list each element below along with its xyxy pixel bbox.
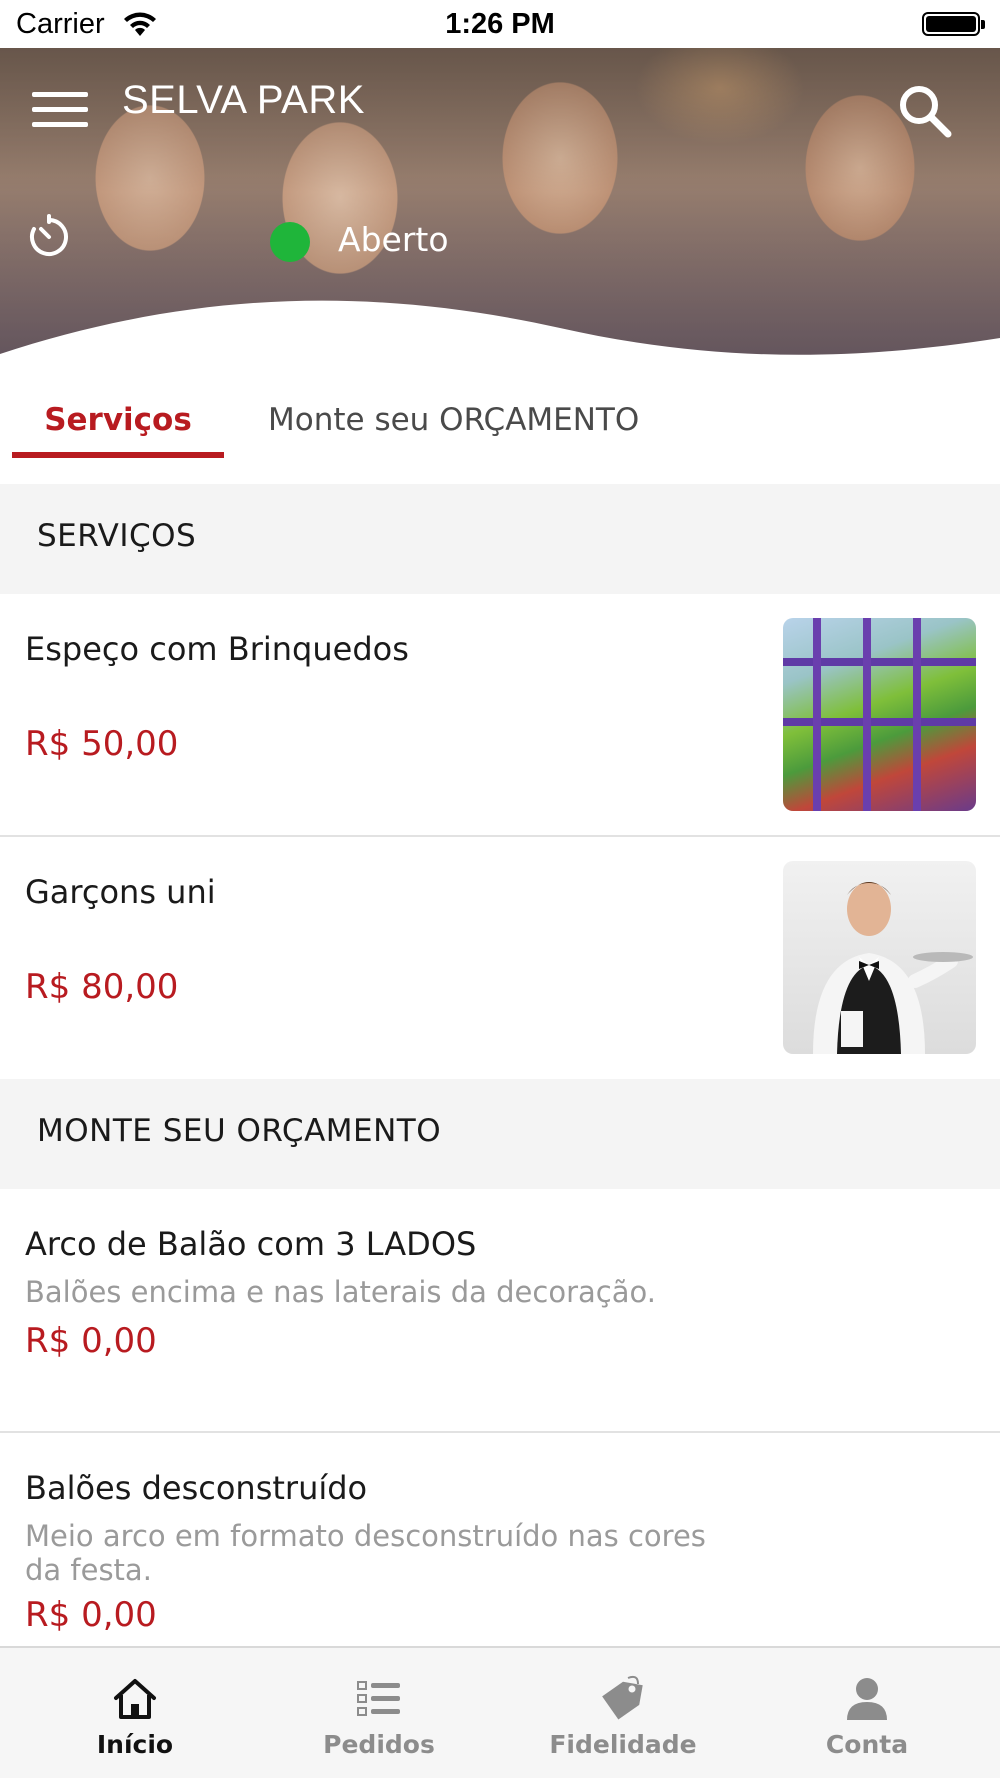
product-description: Meio arco em formato desconstruído nas c… [25, 1519, 706, 1587]
product-item[interactable]: Balões desconstruído Meio arco em format… [0, 1433, 1000, 1646]
tab-servicos[interactable]: Serviços [12, 382, 224, 462]
product-name: Espeço com Brinquedos [25, 630, 409, 668]
timer-icon [30, 214, 68, 256]
section-header-orcamento: MONTE SEU ORÇAMENTO [0, 1079, 1000, 1189]
category-tabs: Serviços Monte seu ORÇAMENTO [0, 368, 1000, 484]
hero-wave-divider [0, 300, 1000, 368]
waiter-illustration [813, 882, 973, 1054]
tab-monte-seu-orcamento[interactable]: Monte seu ORÇAMENTO [268, 382, 688, 462]
product-price: R$ 0,00 [25, 1595, 157, 1635]
product-name: Arco de Balão com 3 LADOS [25, 1225, 477, 1263]
orders-list-icon [357, 1681, 400, 1716]
section-title: SERVIÇOS [37, 518, 197, 554]
battery-icon [922, 12, 985, 36]
nav-tab-inicio[interactable]: Início [10, 1648, 260, 1778]
product-item[interactable]: Espeço com Brinquedos R$ 50,00 [0, 594, 1000, 836]
bottom-tab-bar: Início Pedidos Fidelidade Conta [0, 1646, 1000, 1778]
nav-label: Fidelidade [549, 1730, 697, 1759]
product-item[interactable]: Garçons uni R$ 80,00 [0, 837, 1000, 1079]
nav-tab-pedidos[interactable]: Pedidos [254, 1648, 504, 1778]
home-icon [114, 1679, 156, 1719]
nav-label: Conta [825, 1730, 909, 1759]
hamburger-menu-icon[interactable] [32, 88, 88, 132]
search-icon[interactable] [896, 82, 954, 140]
product-price: R$ 80,00 [25, 967, 179, 1007]
product-name: Balões desconstruído [25, 1469, 368, 1507]
product-item[interactable]: Arco de Balão com 3 LADOS Balões encima … [0, 1189, 1000, 1431]
status-bar: Carrier 1:26 PM [0, 0, 1000, 48]
store-title: SELVA PARK [122, 78, 365, 122]
active-tab-underline [12, 452, 224, 458]
clock-time: 1:26 PM [445, 8, 555, 40]
account-user-icon [847, 1678, 887, 1720]
section-header-servicos: SERVIÇOS [0, 484, 1000, 594]
nav-tab-conta[interactable]: Conta [742, 1648, 992, 1778]
section-title: MONTE SEU ORÇAMENTO [37, 1113, 442, 1149]
nav-label: Pedidos [323, 1730, 435, 1759]
nav-tab-fidelidade[interactable]: Fidelidade [498, 1648, 748, 1778]
nav-label: Início [96, 1730, 174, 1759]
product-image-waiter [783, 861, 976, 1054]
hero-banner: SELVA PARK Aberto [0, 48, 1000, 368]
product-name: Garçons uni [25, 873, 216, 911]
open-status-label: Aberto [338, 220, 449, 259]
loyalty-tag-icon [602, 1675, 643, 1720]
product-description: Balões encima e nas laterais da decoraçã… [25, 1275, 656, 1309]
product-image-playground [783, 618, 976, 811]
open-status-indicator [270, 222, 310, 262]
product-price: R$ 50,00 [25, 724, 179, 764]
product-price: R$ 0,00 [25, 1321, 157, 1361]
